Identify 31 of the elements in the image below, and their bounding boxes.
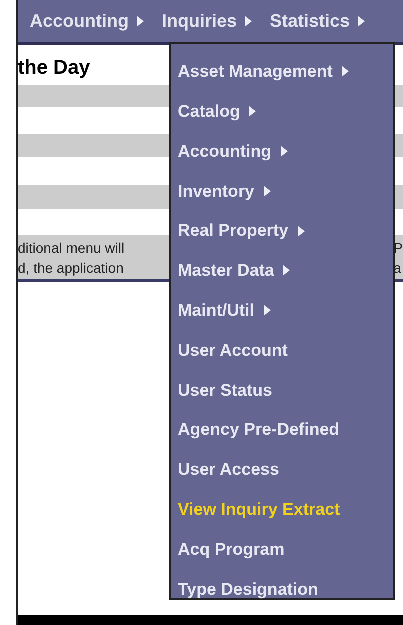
submenu-arrow-icon bbox=[342, 66, 349, 78]
submenu-arrow-icon bbox=[298, 226, 305, 237]
dropdown-item[interactable]: Catalog bbox=[171, 92, 393, 132]
dropdown-item[interactable]: User Account bbox=[171, 330, 393, 370]
dropdown-item[interactable]: Acq Program bbox=[171, 530, 393, 570]
menu-item[interactable]: Inquiries bbox=[162, 8, 252, 34]
dropdown-item[interactable]: Asset Management bbox=[171, 52, 393, 92]
dropdown-item[interactable]: Type Designation bbox=[171, 569, 393, 610]
submenu-arrow-icon bbox=[280, 146, 288, 157]
dropdown-item[interactable]: Accounting bbox=[171, 132, 393, 172]
menu-item[interactable]: Statistics bbox=[270, 8, 366, 34]
submenu-arrow-icon bbox=[283, 265, 290, 276]
notice-text: P bbox=[394, 239, 403, 258]
dropdown-item[interactable]: Real Property bbox=[171, 211, 393, 251]
dropdown-item[interactable]: Master Data bbox=[171, 250, 393, 291]
submenu-arrow-icon bbox=[249, 106, 256, 118]
dropdown-item[interactable]: User Access bbox=[171, 450, 393, 490]
submenu-arrow-icon bbox=[358, 16, 366, 26]
notice-text: ditional menu will bbox=[18, 239, 125, 258]
menu-item[interactable]: Accounting bbox=[30, 8, 144, 34]
section-heading: the Day bbox=[18, 56, 90, 81]
dropdown-item[interactable]: View Inquiry Extract bbox=[171, 490, 393, 530]
submenu-arrow-icon bbox=[245, 16, 252, 26]
dropdown-item[interactable]: User Status bbox=[171, 370, 393, 410]
notice-text: d, the application bbox=[18, 259, 125, 278]
submenu-arrow-icon bbox=[264, 186, 271, 197]
submenu-arrow-icon bbox=[137, 16, 144, 26]
dropdown-item[interactable]: Maint/Util bbox=[171, 290, 393, 331]
submenu-arrow-icon bbox=[264, 305, 270, 316]
dropdown-item[interactable]: Inventory bbox=[171, 171, 393, 212]
dropdown-item[interactable]: Agency Pre-Defined bbox=[171, 410, 393, 450]
